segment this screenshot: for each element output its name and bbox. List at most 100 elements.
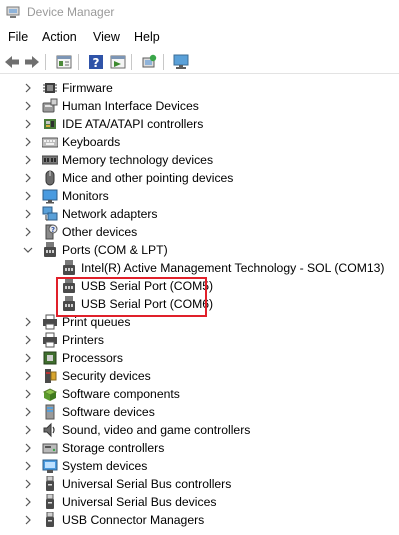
chevron-right-icon[interactable] bbox=[22, 388, 34, 400]
chevron-right-icon[interactable] bbox=[22, 460, 34, 472]
tree-item-network-adapters[interactable]: Network adapters bbox=[0, 205, 399, 223]
title-bar: Device Manager bbox=[0, 0, 399, 26]
chevron-right-icon[interactable] bbox=[22, 226, 34, 238]
software-icon bbox=[42, 388, 58, 401]
chevron-right-icon[interactable] bbox=[22, 406, 34, 418]
tree-item-monitors[interactable]: Monitors bbox=[0, 187, 399, 205]
show-hidden-icon[interactable] bbox=[109, 53, 127, 71]
forward-icon[interactable] bbox=[23, 53, 41, 71]
toolbar-separator bbox=[78, 54, 79, 70]
tree-item-ports[interactable]: Ports (COM & LPT) bbox=[0, 241, 399, 259]
tree-item-processors[interactable]: Processors bbox=[0, 349, 399, 367]
chevron-right-icon[interactable] bbox=[22, 478, 34, 490]
tree-item-usb-controllers[interactable]: Universal Serial Bus controllers bbox=[0, 475, 399, 493]
tree-item-label: Sound, video and game controllers bbox=[62, 423, 251, 437]
tree-item-label: Security devices bbox=[62, 369, 151, 383]
tree-item-printers[interactable]: Printers bbox=[0, 331, 399, 349]
tree-item-software-components[interactable]: Software components bbox=[0, 385, 399, 403]
toolbar-separator bbox=[45, 54, 46, 70]
properties-icon[interactable] bbox=[55, 53, 73, 71]
chevron-right-icon[interactable] bbox=[22, 82, 34, 94]
tree-item-memory-technology-devices[interactable]: Memory technology devices bbox=[0, 151, 399, 169]
tree-item-label: Keyboards bbox=[62, 135, 121, 149]
tree-item-label: Universal Serial Bus devices bbox=[62, 495, 217, 509]
tree-item-firmware[interactable]: Firmware bbox=[0, 79, 399, 97]
tree-item-storage-controllers[interactable]: Storage controllers bbox=[0, 439, 399, 457]
tree-item-label: Software devices bbox=[62, 405, 155, 419]
window-title: Device Manager bbox=[27, 5, 115, 19]
back-icon[interactable] bbox=[3, 53, 21, 71]
menu-view[interactable]: View bbox=[93, 30, 120, 44]
tree-item-usb-devices[interactable]: Universal Serial Bus devices bbox=[0, 493, 399, 511]
tree-item-software-devices[interactable]: Software devices bbox=[0, 403, 399, 421]
tree-item-other-devices[interactable]: ? Other devices bbox=[0, 223, 399, 241]
tree-item-label: Intel(R) Active Management Technology - … bbox=[81, 261, 385, 275]
mouse-icon bbox=[45, 170, 55, 186]
chevron-right-icon[interactable] bbox=[22, 154, 34, 166]
help-icon[interactable]: ? bbox=[87, 53, 105, 71]
usb-connector-icon bbox=[46, 512, 54, 527]
tree-item-label: Ports (COM & LPT) bbox=[62, 243, 168, 257]
svg-text:?: ? bbox=[51, 226, 55, 234]
tree-item-label: USB Connector Managers bbox=[62, 513, 205, 527]
chevron-right-icon[interactable] bbox=[22, 442, 34, 454]
chevron-right-icon[interactable] bbox=[22, 514, 34, 526]
menu-file[interactable]: File bbox=[8, 30, 28, 44]
chevron-right-icon[interactable] bbox=[22, 118, 34, 130]
chevron-right-icon[interactable] bbox=[22, 352, 34, 364]
tree-item-mice[interactable]: Mice and other pointing devices bbox=[0, 169, 399, 187]
security-icon bbox=[45, 369, 57, 383]
usb-icon bbox=[46, 494, 54, 509]
ide-icon bbox=[44, 119, 56, 129]
tree-item-label: Storage controllers bbox=[62, 441, 165, 455]
chevron-right-icon[interactable] bbox=[22, 370, 34, 382]
tree-item-label: Print queues bbox=[62, 315, 131, 329]
toolbar: ? bbox=[0, 50, 399, 74]
menu-bar: File Action View Help bbox=[0, 28, 399, 48]
tree-item-usb-connector-managers[interactable]: USB Connector Managers bbox=[0, 511, 399, 529]
tree-item-label: System devices bbox=[62, 459, 148, 473]
menu-help[interactable]: Help bbox=[134, 30, 160, 44]
network-icon bbox=[42, 206, 58, 221]
tree-item-intel-amt-sol-com13[interactable]: Intel(R) Active Management Technology - … bbox=[0, 259, 399, 277]
tree-item-label: Mice and other pointing devices bbox=[62, 171, 234, 185]
chevron-right-icon[interactable] bbox=[22, 316, 34, 328]
port-icon bbox=[44, 242, 56, 257]
chevron-right-icon[interactable] bbox=[22, 496, 34, 508]
monitor-icon[interactable] bbox=[172, 53, 190, 71]
printer-icon bbox=[43, 332, 57, 348]
chevron-right-icon[interactable] bbox=[22, 100, 34, 112]
chevron-right-icon[interactable] bbox=[22, 136, 34, 148]
tree-item-label: Memory technology devices bbox=[62, 153, 214, 167]
tree-item-label: Firmware bbox=[62, 81, 113, 95]
usb-icon bbox=[46, 476, 54, 491]
chevron-right-icon[interactable] bbox=[22, 208, 34, 220]
scan-hardware-icon[interactable] bbox=[140, 53, 158, 71]
tree-item-label: Software components bbox=[62, 387, 180, 401]
system-icon bbox=[42, 459, 58, 473]
other-devices-icon: ? bbox=[45, 224, 58, 240]
tree-item-system-devices[interactable]: System devices bbox=[0, 457, 399, 475]
svg-text:?: ? bbox=[93, 56, 100, 70]
tree-item-keyboards[interactable]: Keyboards bbox=[0, 133, 399, 151]
toolbar-separator bbox=[163, 54, 164, 70]
chevron-down-icon[interactable] bbox=[22, 244, 34, 256]
toolbar-separator bbox=[131, 54, 132, 70]
software-device-icon bbox=[45, 404, 55, 420]
chevron-right-icon[interactable] bbox=[22, 172, 34, 184]
tree-item-label: Monitors bbox=[62, 189, 109, 203]
tree-item-label: Universal Serial Bus controllers bbox=[62, 477, 232, 491]
monitor-icon bbox=[42, 189, 58, 204]
menu-action[interactable]: Action bbox=[42, 30, 77, 44]
tree-item-label: Processors bbox=[62, 351, 123, 365]
tree-item-label: IDE ATA/ATAPI controllers bbox=[62, 117, 204, 131]
tree-item-human-interface-devices[interactable]: Human Interface Devices bbox=[0, 97, 399, 115]
chevron-right-icon[interactable] bbox=[22, 190, 34, 202]
tree-item-sound-video-game-controllers[interactable]: Sound, video and game controllers bbox=[0, 421, 399, 439]
firmware-icon bbox=[43, 83, 57, 93]
storage-icon bbox=[42, 443, 58, 454]
tree-item-security-devices[interactable]: Security devices bbox=[0, 367, 399, 385]
tree-item-ide-ata-atapi-controllers[interactable]: IDE ATA/ATAPI controllers bbox=[0, 115, 399, 133]
chevron-right-icon[interactable] bbox=[22, 424, 34, 436]
chevron-right-icon[interactable] bbox=[22, 334, 34, 346]
